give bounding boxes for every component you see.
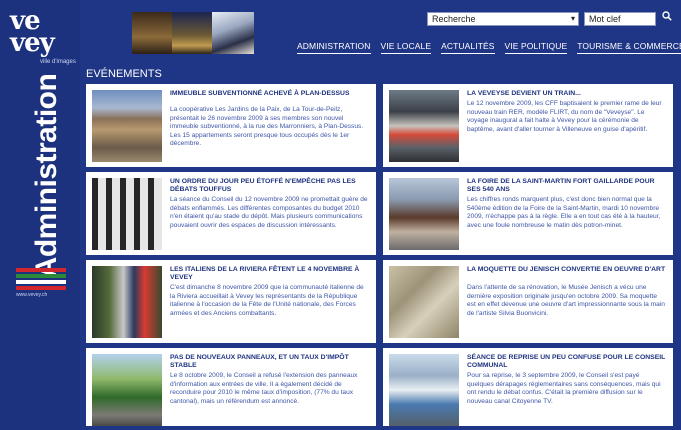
search-category-value: Recherche: [432, 14, 476, 24]
article-card[interactable]: IMMEUBLE SUBVENTIONNÉ ACHEVÉ À PLAN-DESS…: [86, 84, 376, 167]
flag-stripe-3: [16, 280, 66, 284]
article-card[interactable]: SÉANCE DE REPRISE UN PEU CONFUSE POUR LE…: [383, 348, 673, 426]
article-summary: Le 12 novembre 2009, les CFF baptisaient…: [467, 100, 662, 133]
article-summary: Dans l'attente de sa rénovation, le Musé…: [467, 284, 665, 317]
header: Recherche ▾ Mot clef ADMINISTRATION VIE …: [80, 0, 681, 70]
article-title[interactable]: LES ITALIENS DE LA RIVIERA FÊTENT LE 4 N…: [170, 266, 370, 283]
main-nav: ADMINISTRATION VIE LOCALE ACTUALITÉS VIE…: [297, 41, 681, 54]
nav-item-vie-politique[interactable]: VIE POLITIQUE: [504, 41, 568, 54]
article-card[interactable]: LES ITALIENS DE LA RIVIERA FÊTENT LE 4 N…: [86, 260, 376, 343]
section-vertical-title-text: Administration: [30, 73, 63, 278]
article-title[interactable]: PAS DE NOUVEAUX PANNEAUX, ET UN TAUX D'I…: [170, 354, 370, 371]
article-thumbnail[interactable]: [389, 178, 459, 250]
logo-line-2: vey: [10, 28, 55, 59]
flag-stripe-4: [16, 286, 66, 290]
article-title[interactable]: SÉANCE DE REPRISE UN PEU CONFUSE POUR LE…: [467, 354, 667, 371]
article-card[interactable]: LA MOQUETTE DU JENISCH CONVERTIE EN OEUV…: [383, 260, 673, 343]
site-url: www.vevey.ch: [16, 292, 48, 298]
article-thumbnail[interactable]: [92, 90, 162, 162]
article-summary: Les chiffres ronds marquent plus, c'est …: [467, 196, 661, 229]
article-thumbnail[interactable]: [92, 178, 162, 250]
flag-stripe-1: [16, 268, 66, 272]
search-input[interactable]: Mot clef: [584, 12, 656, 26]
article-card[interactable]: PAS DE NOUVEAUX PANNEAUX, ET UN TAUX D'I…: [86, 348, 376, 426]
article-title[interactable]: LA VEVEYSE DEVIENT UN TRAIN...: [467, 90, 667, 98]
article-title[interactable]: UN ORDRE DU JOUR PEU ÉTOFFÉ N'EMPÊCHE PA…: [170, 178, 370, 195]
vevey-logo[interactable]: ve vey ville d'images: [10, 8, 76, 65]
article-card[interactable]: UN ORDRE DU JOUR PEU ÉTOFFÉ N'EMPÊCHE PA…: [86, 172, 376, 255]
article-title[interactable]: LA MOQUETTE DU JENISCH CONVERTIE EN OEUV…: [467, 266, 667, 274]
article-summary: C'est dimanche 8 novembre 2009 que la co…: [170, 284, 364, 317]
article-thumbnail[interactable]: [92, 354, 162, 426]
article-thumbnail[interactable]: [389, 354, 459, 426]
logo-tagline: ville d'images: [40, 59, 76, 65]
header-photo-2: [172, 12, 212, 54]
flag-stripe-2: [16, 274, 66, 278]
header-photo-1: [132, 12, 172, 54]
page-title: EVÉNEMENTS: [86, 68, 162, 80]
article-summary: Pour sa reprise, le 3 septembre 2009, le…: [467, 372, 661, 405]
page: ve vey ville d'images Administration www…: [0, 0, 681, 430]
article-card[interactable]: LA FOIRE DE LA SAINT-MARTIN FORT GAILLAR…: [383, 172, 673, 255]
nav-item-tourisme-commerces[interactable]: TOURISME & COMMERCES: [577, 41, 681, 54]
header-photo-3: [212, 12, 254, 54]
article-title[interactable]: IMMEUBLE SUBVENTIONNÉ ACHEVÉ À PLAN-DESS…: [170, 90, 370, 98]
article-card[interactable]: LA VEVEYSE DEVIENT UN TRAIN... Le 12 nov…: [383, 84, 673, 167]
article-thumbnail[interactable]: [389, 90, 459, 162]
search-category-select[interactable]: Recherche ▾: [427, 12, 579, 26]
nav-item-actualites[interactable]: ACTUALITÉS: [441, 41, 495, 54]
nav-item-administration[interactable]: ADMINISTRATION: [297, 41, 371, 54]
section-vertical-title: Administration: [27, 68, 67, 283]
nav-item-vie-locale[interactable]: VIE LOCALE: [380, 41, 432, 54]
search-icon[interactable]: [660, 11, 674, 26]
article-title[interactable]: LA FOIRE DE LA SAINT-MARTIN FORT GAILLAR…: [467, 178, 667, 195]
article-thumbnail[interactable]: [389, 266, 459, 338]
article-summary: La coopérative Les Jardins de la Paix, d…: [170, 106, 364, 148]
chevron-down-icon: ▾: [570, 14, 575, 23]
sidebar: ve vey ville d'images Administration www…: [0, 0, 80, 430]
article-thumbnail[interactable]: [92, 266, 162, 338]
article-summary: La séance du Conseil du 12 novembre 2009…: [170, 196, 368, 229]
flags-decoration: www.vevey.ch: [16, 268, 66, 298]
article-summary: Le 8 octobre 2009, le Conseil a refusé l…: [170, 372, 358, 405]
